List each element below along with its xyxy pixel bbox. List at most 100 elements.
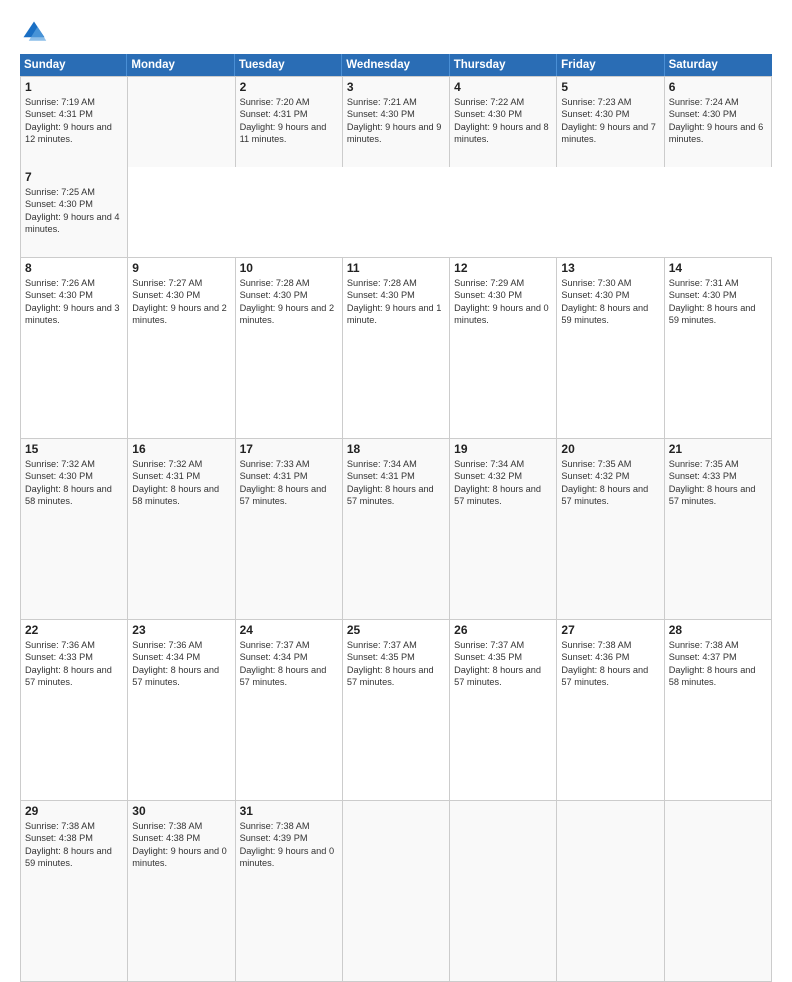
sunrise-text: Sunrise: 7:19 AM (25, 96, 123, 108)
cal-cell-empty-w4-4 (450, 801, 557, 981)
cal-cell-11: 11Sunrise: 7:28 AMSunset: 4:30 PMDayligh… (343, 258, 450, 438)
header-day-tuesday: Tuesday (235, 54, 342, 76)
sunset-text: Sunset: 4:36 PM (561, 651, 659, 663)
cal-cell-23: 23Sunrise: 7:36 AMSunset: 4:34 PMDayligh… (128, 620, 235, 800)
daylight-text: Daylight: 9 hours and 2 minutes. (240, 302, 338, 327)
daylight-text: Daylight: 8 hours and 58 minutes. (25, 483, 123, 508)
day-num: 11 (347, 261, 445, 275)
sunset-text: Sunset: 4:30 PM (132, 289, 230, 301)
daylight-text: Daylight: 9 hours and 0 minutes. (132, 845, 230, 870)
cal-cell-6: 6Sunrise: 7:24 AMSunset: 4:30 PMDaylight… (665, 77, 772, 167)
calendar: SundayMondayTuesdayWednesdayThursdayFrid… (20, 54, 772, 982)
sunset-text: Sunset: 4:30 PM (454, 108, 552, 120)
sunrise-text: Sunrise: 7:37 AM (347, 639, 445, 651)
daylight-text: Daylight: 8 hours and 57 minutes. (669, 483, 767, 508)
day-num: 20 (561, 442, 659, 456)
sunrise-text: Sunrise: 7:20 AM (240, 96, 338, 108)
cal-cell-12: 12Sunrise: 7:29 AMSunset: 4:30 PMDayligh… (450, 258, 557, 438)
sunset-text: Sunset: 4:37 PM (669, 651, 767, 663)
daylight-text: Daylight: 8 hours and 57 minutes. (132, 664, 230, 689)
cal-cell-5: 5Sunrise: 7:23 AMSunset: 4:30 PMDaylight… (557, 77, 664, 167)
day-num: 21 (669, 442, 767, 456)
daylight-text: Daylight: 9 hours and 6 minutes. (669, 121, 767, 146)
day-num: 8 (25, 261, 123, 275)
logo-icon (20, 18, 48, 46)
cal-cell-29: 29Sunrise: 7:38 AMSunset: 4:38 PMDayligh… (21, 801, 128, 981)
daylight-text: Daylight: 9 hours and 8 minutes. (454, 121, 552, 146)
sunset-text: Sunset: 4:38 PM (132, 832, 230, 844)
daylight-text: Daylight: 8 hours and 57 minutes. (240, 664, 338, 689)
calendar-header: SundayMondayTuesdayWednesdayThursdayFrid… (20, 54, 772, 76)
sunset-text: Sunset: 4:33 PM (25, 651, 123, 663)
sunrise-text: Sunrise: 7:27 AM (132, 277, 230, 289)
sunrise-text: Sunrise: 7:38 AM (669, 639, 767, 651)
daylight-text: Daylight: 9 hours and 3 minutes. (25, 302, 123, 327)
sunrise-text: Sunrise: 7:29 AM (454, 277, 552, 289)
sunset-text: Sunset: 4:30 PM (561, 289, 659, 301)
calendar-week-4: 22Sunrise: 7:36 AMSunset: 4:33 PMDayligh… (21, 620, 772, 801)
day-num: 13 (561, 261, 659, 275)
sunrise-text: Sunrise: 7:23 AM (561, 96, 659, 108)
daylight-text: Daylight: 8 hours and 57 minutes. (454, 664, 552, 689)
page: SundayMondayTuesdayWednesdayThursdayFrid… (0, 0, 792, 612)
cal-cell-10: 10Sunrise: 7:28 AMSunset: 4:30 PMDayligh… (236, 258, 343, 438)
day-num: 17 (240, 442, 338, 456)
day-num: 18 (347, 442, 445, 456)
day-num: 29 (25, 804, 123, 818)
calendar-week-1: 1Sunrise: 7:19 AMSunset: 4:31 PMDaylight… (21, 77, 772, 258)
cal-cell-empty-0 (128, 77, 235, 167)
daylight-text: Daylight: 8 hours and 57 minutes. (561, 664, 659, 689)
day-num: 4 (454, 80, 552, 94)
cal-cell-empty-w4-6 (665, 801, 772, 981)
sunrise-text: Sunrise: 7:36 AM (25, 639, 123, 651)
daylight-text: Daylight: 8 hours and 57 minutes. (561, 483, 659, 508)
sunset-text: Sunset: 4:30 PM (25, 470, 123, 482)
sunrise-text: Sunrise: 7:38 AM (132, 820, 230, 832)
cal-cell-15: 15Sunrise: 7:32 AMSunset: 4:30 PMDayligh… (21, 439, 128, 619)
sunrise-text: Sunrise: 7:22 AM (454, 96, 552, 108)
day-num: 3 (347, 80, 445, 94)
daylight-text: Daylight: 9 hours and 12 minutes. (25, 121, 123, 146)
day-num: 31 (240, 804, 338, 818)
sunset-text: Sunset: 4:31 PM (25, 108, 123, 120)
day-num: 7 (25, 170, 123, 184)
cal-cell-28: 28Sunrise: 7:38 AMSunset: 4:37 PMDayligh… (665, 620, 772, 800)
cal-cell-9: 9Sunrise: 7:27 AMSunset: 4:30 PMDaylight… (128, 258, 235, 438)
sunrise-text: Sunrise: 7:35 AM (669, 458, 767, 470)
header-day-monday: Monday (127, 54, 234, 76)
cal-cell-14: 14Sunrise: 7:31 AMSunset: 4:30 PMDayligh… (665, 258, 772, 438)
daylight-text: Daylight: 8 hours and 58 minutes. (132, 483, 230, 508)
cal-cell-18: 18Sunrise: 7:34 AMSunset: 4:31 PMDayligh… (343, 439, 450, 619)
day-num: 16 (132, 442, 230, 456)
cal-cell-17: 17Sunrise: 7:33 AMSunset: 4:31 PMDayligh… (236, 439, 343, 619)
day-num: 12 (454, 261, 552, 275)
header-day-wednesday: Wednesday (342, 54, 449, 76)
cal-cell-27: 27Sunrise: 7:38 AMSunset: 4:36 PMDayligh… (557, 620, 664, 800)
daylight-text: Daylight: 8 hours and 57 minutes. (25, 664, 123, 689)
header-day-friday: Friday (557, 54, 664, 76)
cal-cell-31: 31Sunrise: 7:38 AMSunset: 4:39 PMDayligh… (236, 801, 343, 981)
sunrise-text: Sunrise: 7:38 AM (240, 820, 338, 832)
header-day-saturday: Saturday (665, 54, 772, 76)
cal-cell-30: 30 Sunrise: 7:38 AMSunset: 4:38 PMDayligh… (128, 801, 235, 981)
day-num: 10 (240, 261, 338, 275)
day-num: 5 (561, 80, 659, 94)
sunrise-text: Sunrise: 7:31 AM (669, 277, 767, 289)
cal-cell-7: 7Sunrise: 7:25 AMSunset: 4:30 PMDaylight… (21, 167, 128, 257)
logo (20, 18, 52, 46)
sunset-text: Sunset: 4:30 PM (347, 108, 445, 120)
daylight-text: Daylight: 8 hours and 57 minutes. (347, 483, 445, 508)
daylight-text: Daylight: 8 hours and 59 minutes. (561, 302, 659, 327)
sunrise-text: Sunrise: 7:28 AM (347, 277, 445, 289)
cal-cell-4: 4 Sunrise: 7:22 AMSunset: 4:30 PMDaylight… (450, 77, 557, 167)
day-num: 6 (669, 80, 767, 94)
daylight-text: Daylight: 8 hours and 59 minutes. (25, 845, 123, 870)
day-num: 14 (669, 261, 767, 275)
sunrise-text: Sunrise: 7:37 AM (240, 639, 338, 651)
sunrise-text: Sunrise: 7:36 AM (132, 639, 230, 651)
day-num: 26 (454, 623, 552, 637)
day-num: 30 (132, 804, 230, 818)
day-num: 9 (132, 261, 230, 275)
sunrise-text: Sunrise: 7:26 AM (25, 277, 123, 289)
calendar-week-2: 8Sunrise: 7:26 AMSunset: 4:30 PMDaylight… (21, 258, 772, 439)
